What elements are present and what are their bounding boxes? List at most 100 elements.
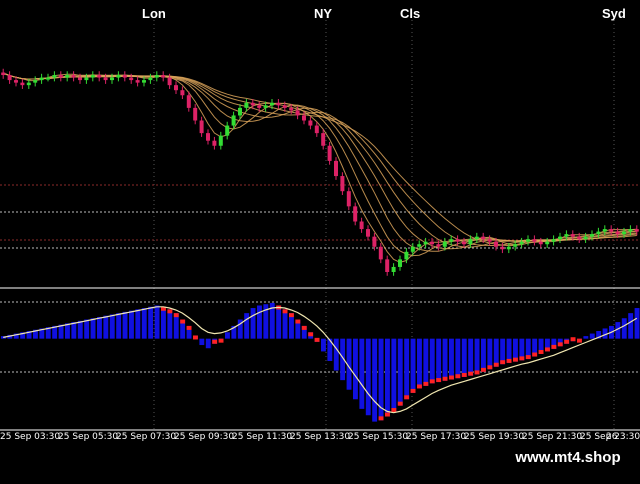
bull-candle bbox=[404, 251, 409, 260]
bull-candle bbox=[391, 266, 396, 272]
chart-canvas[interactable] bbox=[0, 0, 640, 480]
bear-candle bbox=[436, 244, 441, 247]
bull-candle bbox=[84, 77, 89, 81]
time-axis-label: 25 Sep 21:30 bbox=[522, 432, 583, 442]
histogram-bar bbox=[122, 311, 128, 339]
histogram-tip bbox=[314, 337, 320, 342]
histogram-bar bbox=[282, 309, 288, 339]
histogram-bar bbox=[135, 309, 141, 339]
histogram-bar bbox=[353, 338, 358, 400]
histogram-bar bbox=[129, 310, 134, 339]
histogram-bar bbox=[116, 313, 122, 339]
histogram-bar bbox=[77, 320, 83, 339]
histogram-bar bbox=[417, 338, 422, 389]
histogram-bar bbox=[410, 338, 416, 393]
bear-candle bbox=[455, 239, 460, 242]
bull-candle bbox=[519, 241, 524, 245]
histogram-bar bbox=[404, 338, 410, 400]
histogram-tip bbox=[378, 416, 384, 421]
bear-candle bbox=[308, 120, 313, 126]
bear-candle bbox=[250, 102, 255, 106]
histogram-bar bbox=[468, 338, 474, 376]
histogram-bar bbox=[372, 338, 378, 422]
histogram-bar bbox=[487, 338, 493, 370]
watermark: www.mt4.shop bbox=[496, 444, 640, 471]
histogram-tip bbox=[295, 319, 301, 324]
histogram-bar bbox=[103, 315, 109, 339]
histogram-tip bbox=[397, 401, 403, 406]
bear-candle bbox=[353, 206, 358, 222]
session-cls: Cls bbox=[400, 6, 421, 21]
time-axis-label: 25 Sep 09:30 bbox=[174, 432, 235, 442]
bear-candle bbox=[58, 75, 63, 78]
bear-candle bbox=[430, 241, 434, 245]
histogram-bar bbox=[429, 338, 435, 384]
bear-candle bbox=[532, 239, 537, 242]
histogram-tip bbox=[391, 408, 397, 413]
bear-candle bbox=[20, 82, 25, 86]
bear-candle bbox=[385, 259, 390, 272]
histogram-tip bbox=[500, 360, 506, 365]
histogram-tip bbox=[525, 355, 531, 360]
bear-candle bbox=[314, 125, 319, 134]
time-axis-label: 25 Sep 19:30 bbox=[464, 432, 525, 442]
bull-candle bbox=[116, 75, 121, 78]
bull-candle bbox=[218, 135, 223, 146]
bull-candle bbox=[449, 239, 454, 242]
bull-candle bbox=[423, 241, 428, 245]
histogram-tip bbox=[468, 371, 474, 376]
histogram-tip bbox=[493, 362, 499, 367]
histogram-bar bbox=[97, 316, 102, 339]
bull-candle bbox=[244, 102, 249, 108]
histogram-tip bbox=[551, 344, 557, 349]
histogram-bar bbox=[589, 333, 595, 339]
histogram-tip bbox=[481, 367, 486, 372]
histogram-bar bbox=[205, 338, 211, 349]
time-axis-label: 25 Sep 15:30 bbox=[348, 432, 409, 442]
bull-candle bbox=[583, 236, 588, 240]
bear-candle bbox=[212, 140, 217, 146]
bull-candle bbox=[417, 244, 422, 247]
histogram-tip bbox=[570, 337, 576, 342]
bear-candle bbox=[481, 236, 486, 240]
bull-candle bbox=[442, 241, 447, 247]
histogram-tip bbox=[212, 339, 218, 344]
bear-candle bbox=[577, 236, 582, 240]
bear-candle bbox=[359, 221, 364, 230]
histogram-tip bbox=[564, 339, 570, 344]
bull-candle bbox=[506, 246, 511, 250]
histogram-tip bbox=[455, 374, 461, 379]
histogram-tip bbox=[308, 332, 314, 337]
bull-candle bbox=[148, 77, 153, 81]
bull-candle bbox=[622, 231, 626, 235]
bear-candle bbox=[180, 90, 185, 96]
bull-candle bbox=[65, 75, 70, 78]
histogram-tip bbox=[193, 335, 198, 340]
bull-candle bbox=[526, 239, 530, 242]
bear-candle bbox=[570, 234, 575, 237]
bull-candle bbox=[142, 80, 146, 83]
histogram-tip bbox=[532, 352, 538, 357]
bull-candle bbox=[46, 77, 50, 80]
bear-candle bbox=[372, 236, 377, 247]
chart-window[interactable]: Lon NY Cls Syd 25 Sep 03:30 25 Sep 05:30 25 S… bbox=[0, 0, 640, 480]
histogram-bar bbox=[493, 338, 499, 367]
histogram-tip bbox=[180, 319, 186, 324]
histogram-bar bbox=[474, 338, 480, 375]
bear-candle bbox=[340, 176, 345, 192]
histogram-bar bbox=[65, 323, 70, 339]
time-axis-label: 25 Sep 03:30 bbox=[0, 432, 61, 442]
bear-candle bbox=[135, 80, 140, 83]
bear-candle bbox=[167, 77, 172, 86]
bear-candle bbox=[334, 160, 338, 177]
bear-candle bbox=[462, 241, 466, 245]
bear-candle bbox=[282, 105, 287, 108]
histogram-bar bbox=[397, 338, 403, 406]
histogram-tip bbox=[506, 358, 512, 363]
histogram-tip bbox=[423, 381, 429, 386]
histogram-bar bbox=[199, 338, 205, 346]
time-axis-label: 26 bbox=[606, 432, 618, 442]
bull-candle bbox=[551, 239, 556, 242]
bull-candle bbox=[26, 82, 31, 86]
bear-candle bbox=[78, 77, 82, 81]
